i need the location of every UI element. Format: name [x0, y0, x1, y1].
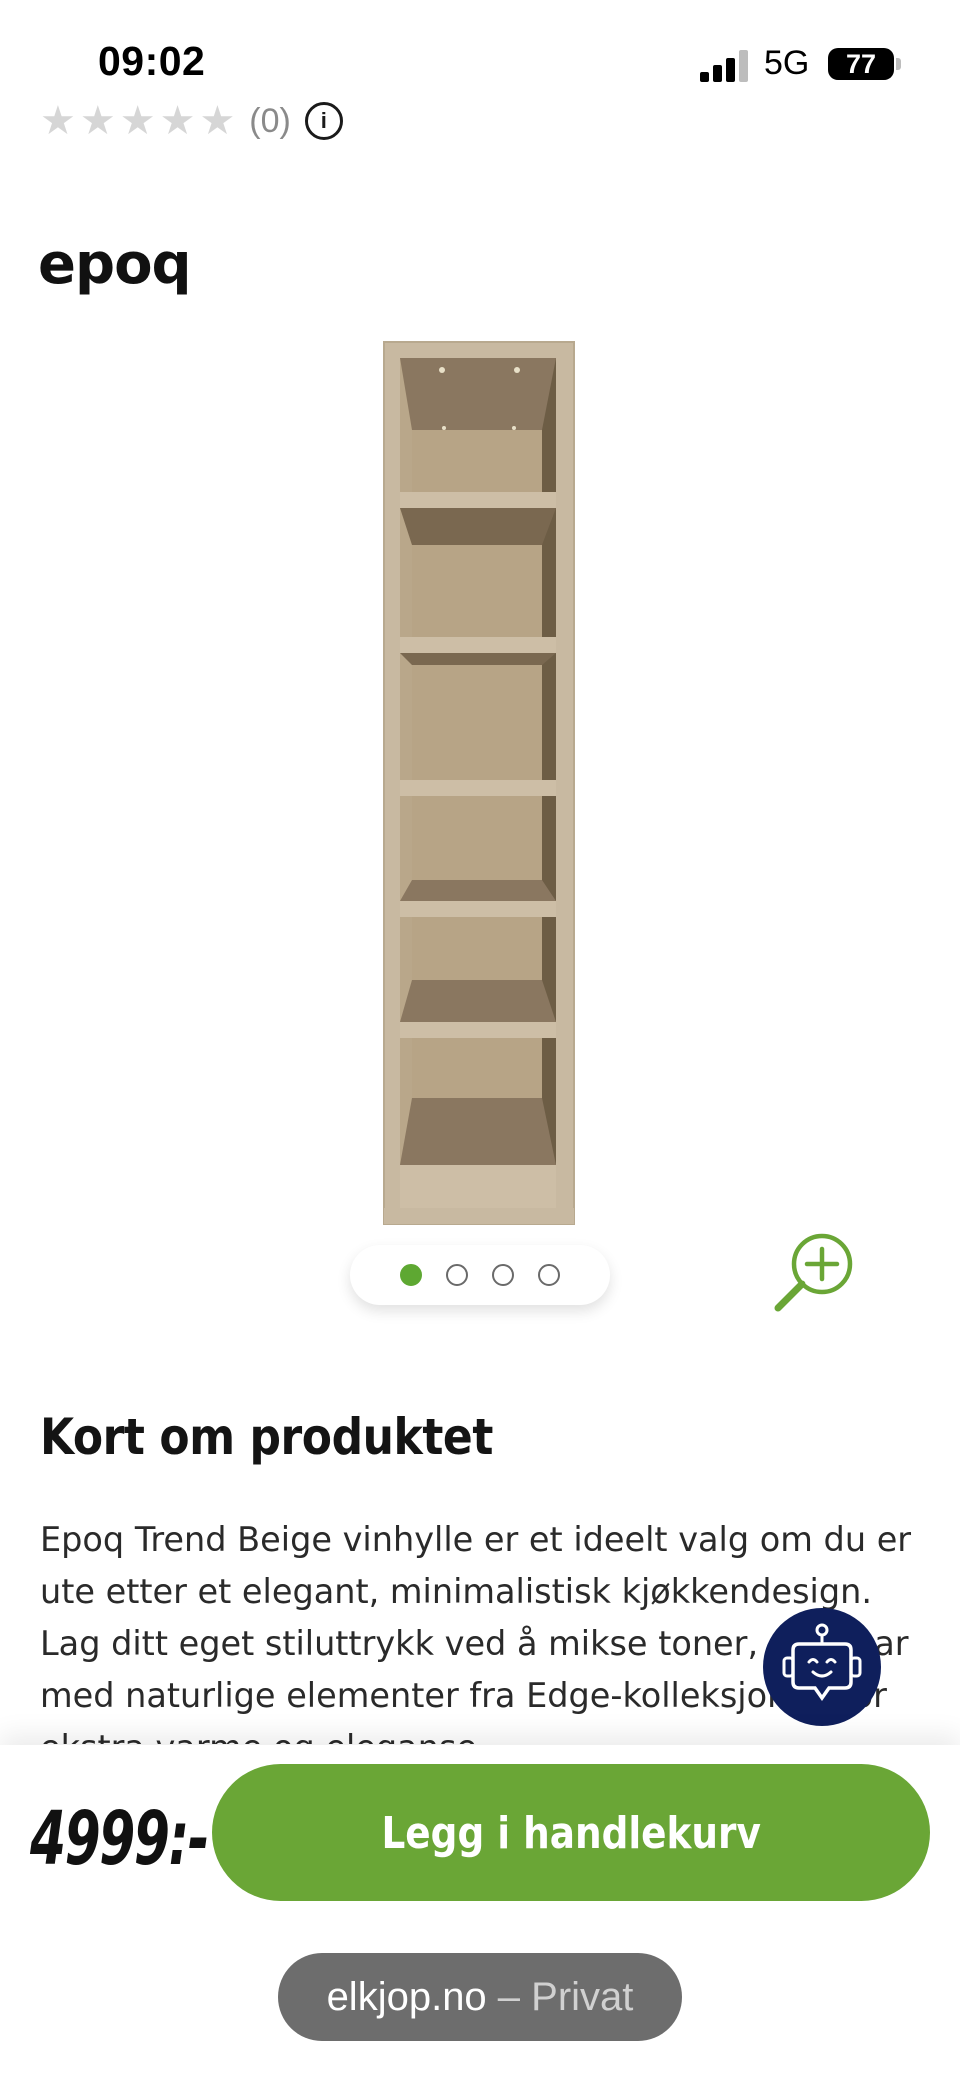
image-carousel-dots [350, 1245, 610, 1305]
star-icon: ★ [159, 99, 196, 143]
add-to-cart-button[interactable]: Legg i handlekurv [212, 1764, 930, 1901]
battery-cap [896, 58, 901, 70]
browser-address-pill[interactable]: elkjop.no – Privat [278, 1953, 682, 2041]
url-separator: – [486, 1975, 532, 2019]
url-domain: elkjop.no [326, 1975, 487, 2019]
chat-bot-icon [782, 1623, 862, 1702]
signal-icon [700, 50, 748, 82]
star-icon: ★ [199, 99, 236, 143]
status-time: 09:02 [98, 38, 206, 84]
star-icon: ★ [79, 99, 116, 143]
carousel-dot[interactable] [446, 1264, 468, 1286]
brand-logo[interactable]: epoq [38, 232, 192, 297]
add-to-cart-label: Legg i handlekurv [381, 1808, 761, 1859]
carousel-dot[interactable] [400, 1264, 422, 1286]
carousel-dot[interactable] [538, 1264, 560, 1286]
zoom-in-icon[interactable] [770, 1232, 858, 1314]
rating-stars: ★ ★ ★ ★ ★ [40, 101, 235, 141]
browsing-mode: Privat [531, 1975, 634, 2019]
carousel-dot[interactable] [492, 1264, 514, 1286]
info-icon[interactable]: i [304, 102, 343, 140]
rating-count: (0) [249, 101, 291, 140]
chat-bot-button[interactable] [763, 1608, 881, 1726]
product-image[interactable] [382, 340, 582, 1226]
section-title: Kort om produktet [40, 1408, 493, 1466]
star-icon: ★ [40, 99, 76, 143]
rating-row[interactable]: ★ ★ ★ ★ ★ (0) i [40, 101, 343, 141]
battery-icon: 77 [828, 48, 894, 80]
status-bar: 09:02 5G 77 [0, 0, 960, 110]
network-type: 5G [764, 44, 810, 82]
product-price: 4999:- [30, 1796, 209, 1882]
star-icon: ★ [119, 99, 156, 143]
